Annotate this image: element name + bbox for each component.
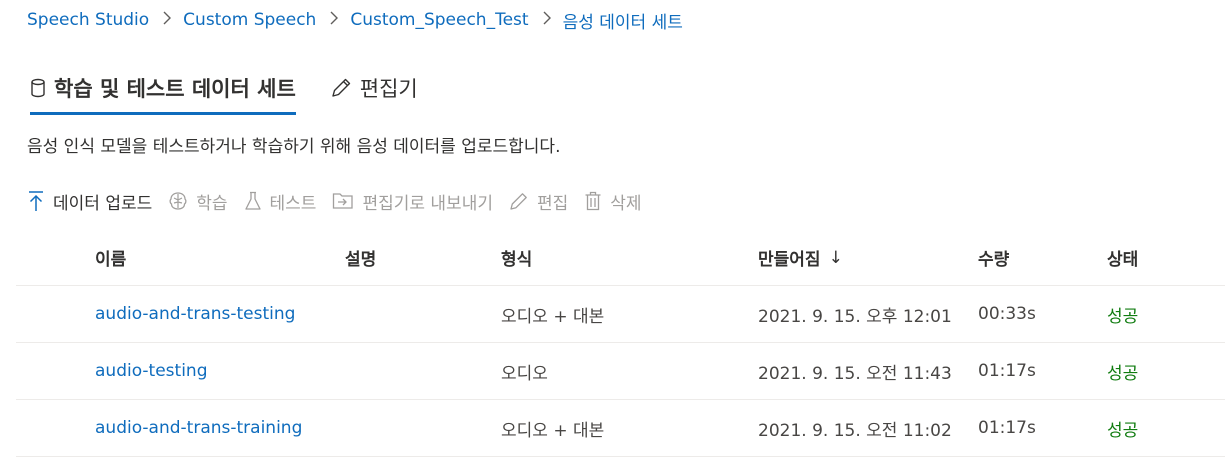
dataset-format: 오디오 + 대본 <box>501 420 605 441</box>
breadcrumb-custom-speech[interactable]: Custom Speech <box>183 10 316 30</box>
breadcrumb: Speech Studio Custom Speech Custom_Speec… <box>27 8 683 33</box>
table-row[interactable]: audio-testing 오디오 2021. 9. 15. 오전 11:43 … <box>16 343 1225 400</box>
column-header-status[interactable]: 상태 <box>1107 230 1138 285</box>
column-header-description[interactable]: 설명 <box>345 230 376 285</box>
train-label: 학습 <box>196 193 228 214</box>
dataset-format: 오디오 <box>501 363 548 384</box>
brain-icon <box>168 191 188 211</box>
dataset-quantity: 01:17s <box>978 418 1036 438</box>
train-button[interactable]: 학습 <box>168 189 228 214</box>
delete-button[interactable]: 삭제 <box>584 189 642 214</box>
command-bar: 데이터 업로드 학습 테스트 편집기로 내보내기 편집 삭제 <box>27 186 658 216</box>
tab-editor[interactable]: 편집기 <box>330 70 418 106</box>
folder-export-icon <box>332 192 354 210</box>
edit-label: 편집 <box>536 193 569 214</box>
column-header-format[interactable]: 형식 <box>501 230 532 285</box>
table-row[interactable]: audio-and-trans-testing 오디오 + 대본 2021. 9… <box>16 286 1225 343</box>
edit-button[interactable]: 편집 <box>509 189 568 214</box>
tab-datasets-label: 학습 및 테스트 데이터 세트 <box>54 77 296 101</box>
column-header-quantity[interactable]: 수량 <box>978 230 1009 285</box>
page: Speech Studio Custom Speech Custom_Speec… <box>0 0 1225 462</box>
breadcrumb-project[interactable]: Custom_Speech_Test <box>350 10 528 30</box>
dataset-created: 2021. 9. 15. 오후 12:01 <box>758 306 952 327</box>
export-to-editor-button[interactable]: 편집기로 내보내기 <box>332 189 493 214</box>
datasets-table: 이름 설명 형식 만들어짐 ↓ 수량 상태 audio-and-trans-te… <box>16 230 1225 457</box>
export-to-editor-label: 편집기로 내보내기 <box>362 193 493 214</box>
dataset-status: 성공 <box>1107 420 1139 441</box>
dataset-created: 2021. 9. 15. 오전 11:02 <box>758 420 952 441</box>
chevron-right-icon <box>542 10 552 30</box>
pencil-icon <box>330 77 352 99</box>
upload-data-label: 데이터 업로드 <box>53 193 153 214</box>
chevron-right-icon <box>162 10 172 30</box>
dataset-quantity: 00:33s <box>978 304 1036 324</box>
flask-icon <box>244 191 262 211</box>
dataset-name-link[interactable]: audio-and-trans-testing <box>95 286 295 342</box>
pencil-icon <box>509 191 529 211</box>
dataset-quantity: 01:17s <box>978 361 1036 381</box>
sort-descending-icon: ↓ <box>828 247 843 268</box>
database-icon <box>30 78 46 98</box>
test-button[interactable]: 테스트 <box>244 189 317 214</box>
dataset-status: 성공 <box>1107 306 1139 327</box>
page-description: 음성 인식 모델을 테스트하거나 학습하기 위해 음성 데이터를 업로드합니다. <box>27 137 561 157</box>
delete-label: 삭제 <box>610 193 642 214</box>
dataset-status: 성공 <box>1107 363 1139 384</box>
test-label: 테스트 <box>269 193 317 214</box>
column-header-created[interactable]: 만들어짐 ↓ <box>758 230 843 285</box>
breadcrumb-speech-studio[interactable]: Speech Studio <box>27 10 149 30</box>
chevron-right-icon <box>329 10 339 30</box>
dataset-created: 2021. 9. 15. 오전 11:43 <box>758 363 952 384</box>
dataset-format: 오디오 + 대본 <box>501 306 605 327</box>
upload-data-button[interactable]: 데이터 업로드 <box>27 189 152 214</box>
tab-editor-label: 편집기 <box>359 77 418 101</box>
column-header-name[interactable]: 이름 <box>95 230 126 285</box>
table-row[interactable]: audio-and-trans-training 오디오 + 대본 2021. … <box>16 400 1225 457</box>
breadcrumb-current-page[interactable]: 음성 데이터 세트 <box>563 8 683 33</box>
trash-icon <box>584 191 602 211</box>
tab-datasets[interactable]: 학습 및 테스트 데이터 세트 <box>30 70 296 115</box>
tab-bar: 학습 및 테스트 데이터 세트 편집기 <box>30 70 418 118</box>
dataset-name-link[interactable]: audio-and-trans-training <box>95 400 302 456</box>
column-header-created-label: 만들어짐 <box>758 250 821 270</box>
upload-icon <box>27 190 45 212</box>
table-header-row: 이름 설명 형식 만들어짐 ↓ 수량 상태 <box>16 230 1225 286</box>
dataset-name-link[interactable]: audio-testing <box>95 343 208 399</box>
